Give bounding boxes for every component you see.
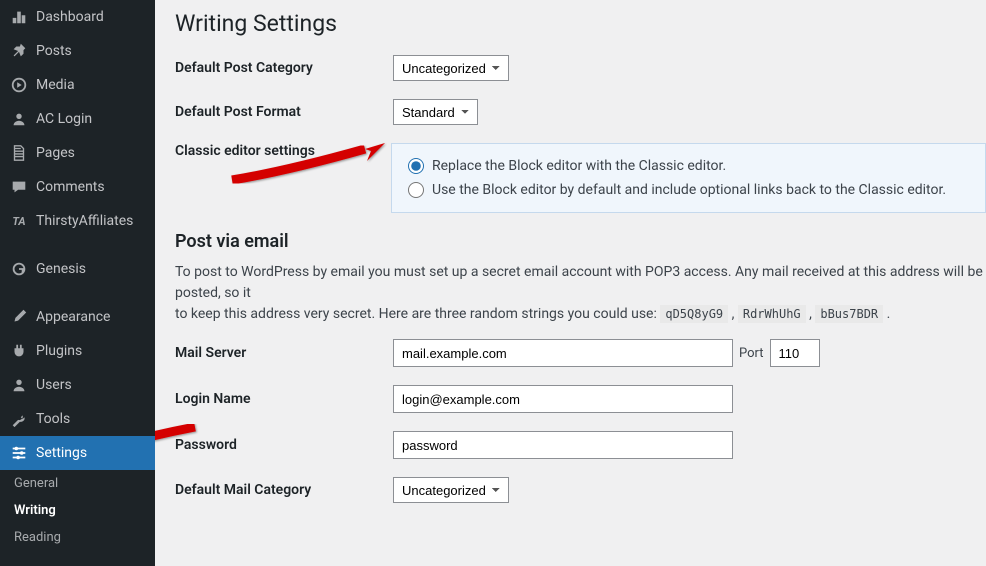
- sidebar-item-genesis[interactable]: Genesis: [0, 252, 155, 286]
- page-title: Writing Settings: [175, 10, 986, 37]
- classic-editor-options: Replace the Block editor with the Classi…: [391, 143, 986, 213]
- sidebar-item-label: Plugins: [36, 343, 82, 359]
- brush-icon: [10, 308, 28, 326]
- random-string-1: qD5Q8yG9: [660, 305, 728, 323]
- sidebar-item-label: Appearance: [36, 309, 110, 325]
- sidebar-item-posts[interactable]: Posts: [0, 34, 155, 68]
- heading-post-via-email: Post via email: [175, 231, 986, 252]
- select-default-post-format[interactable]: Standard: [393, 99, 478, 125]
- sidebar-item-label: ThirstyAffiliates: [36, 213, 133, 229]
- row-mail-server: Mail Server Port: [175, 339, 986, 367]
- input-password[interactable]: [393, 431, 733, 459]
- genesis-icon: [10, 260, 28, 278]
- sidebar-item-thirstyaffiliates[interactable]: TA ThirstyAffiliates: [0, 204, 155, 238]
- sidebar-item-tools[interactable]: Tools: [0, 402, 155, 436]
- sidebar-sub-writing[interactable]: Writing: [0, 497, 155, 524]
- row-classic-editor: Classic editor settings Replace the Bloc…: [175, 143, 986, 213]
- dashboard-icon: [10, 8, 28, 26]
- admin-sidebar: Dashboard Posts Media AC Login Pages Com…: [0, 0, 155, 566]
- input-mail-server[interactable]: [393, 339, 733, 367]
- label-default-mail-category: Default Mail Category: [175, 482, 393, 498]
- sidebar-item-label: Comments: [36, 179, 105, 195]
- pin-icon: [10, 42, 28, 60]
- sidebar-item-settings[interactable]: Settings: [0, 436, 155, 470]
- sidebar-item-label: Tools: [36, 411, 70, 427]
- label-port: Port: [739, 346, 764, 361]
- sidebar-item-users[interactable]: Users: [0, 368, 155, 402]
- sidebar-item-pages[interactable]: Pages: [0, 136, 155, 170]
- ta-icon: TA: [10, 212, 28, 230]
- label-login-name: Login Name: [175, 391, 393, 407]
- sidebar-item-label: Media: [36, 77, 75, 93]
- sidebar-item-label: Settings: [36, 445, 87, 461]
- label-password: Password: [175, 437, 393, 453]
- label-mail-server: Mail Server: [175, 345, 393, 361]
- input-port[interactable]: [770, 339, 820, 367]
- sidebar-item-media[interactable]: Media: [0, 68, 155, 102]
- random-string-2: RdrWhUhG: [738, 305, 806, 323]
- label-default-post-format: Default Post Format: [175, 104, 393, 120]
- radio-option-default-block[interactable]: Use the Block editor by default and incl…: [408, 178, 969, 202]
- row-default-post-format: Default Post Format Standard: [175, 99, 986, 125]
- sidebar-sub-general[interactable]: General: [0, 470, 155, 497]
- pages-icon: [10, 144, 28, 162]
- radio-replace-block[interactable]: [408, 158, 424, 174]
- sidebar-item-label: Posts: [36, 43, 72, 59]
- sidebar-item-label: Genesis: [36, 261, 86, 277]
- random-string-3: bBus7BDR: [815, 305, 883, 323]
- sidebar-item-comments[interactable]: Comments: [0, 170, 155, 204]
- row-default-mail-category: Default Mail Category Uncategorized: [175, 477, 986, 503]
- radio-use-block-default[interactable]: [408, 182, 424, 198]
- sidebar-item-label: Dashboard: [36, 9, 104, 25]
- radio-option-replace[interactable]: Replace the Block editor with the Classi…: [408, 154, 969, 178]
- radio-label-default-block: Use the Block editor by default and incl…: [432, 182, 946, 198]
- main-content: Writing Settings Default Post Category U…: [155, 0, 986, 566]
- sidebar-item-plugins[interactable]: Plugins: [0, 334, 155, 368]
- desc-post-via-email: To post to WordPress by email you must s…: [175, 262, 986, 325]
- row-default-post-category: Default Post Category Uncategorized: [175, 55, 986, 81]
- radio-label-replace: Replace the Block editor with the Classi…: [432, 158, 726, 174]
- wrench-icon: [10, 410, 28, 428]
- row-password: Password: [175, 431, 986, 459]
- users-icon: [10, 376, 28, 394]
- media-icon: [10, 76, 28, 94]
- sidebar-sub-reading[interactable]: Reading: [0, 524, 155, 551]
- sidebar-item-appearance[interactable]: Appearance: [0, 300, 155, 334]
- comment-icon: [10, 178, 28, 196]
- row-login-name: Login Name: [175, 385, 986, 413]
- input-login-name[interactable]: [393, 385, 733, 413]
- select-default-post-category[interactable]: Uncategorized: [393, 55, 509, 81]
- sidebar-item-label: Pages: [36, 145, 75, 161]
- sidebar-item-label: Users: [36, 377, 72, 393]
- plugin-icon: [10, 342, 28, 360]
- label-classic-editor: Classic editor settings: [175, 143, 393, 159]
- sliders-icon: [10, 444, 28, 462]
- label-default-post-category: Default Post Category: [175, 60, 393, 76]
- sidebar-item-dashboard[interactable]: Dashboard: [0, 0, 155, 34]
- sidebar-item-label: AC Login: [36, 111, 92, 127]
- user-icon: [10, 110, 28, 128]
- sidebar-item-aclogin[interactable]: AC Login: [0, 102, 155, 136]
- select-default-mail-category[interactable]: Uncategorized: [393, 477, 509, 503]
